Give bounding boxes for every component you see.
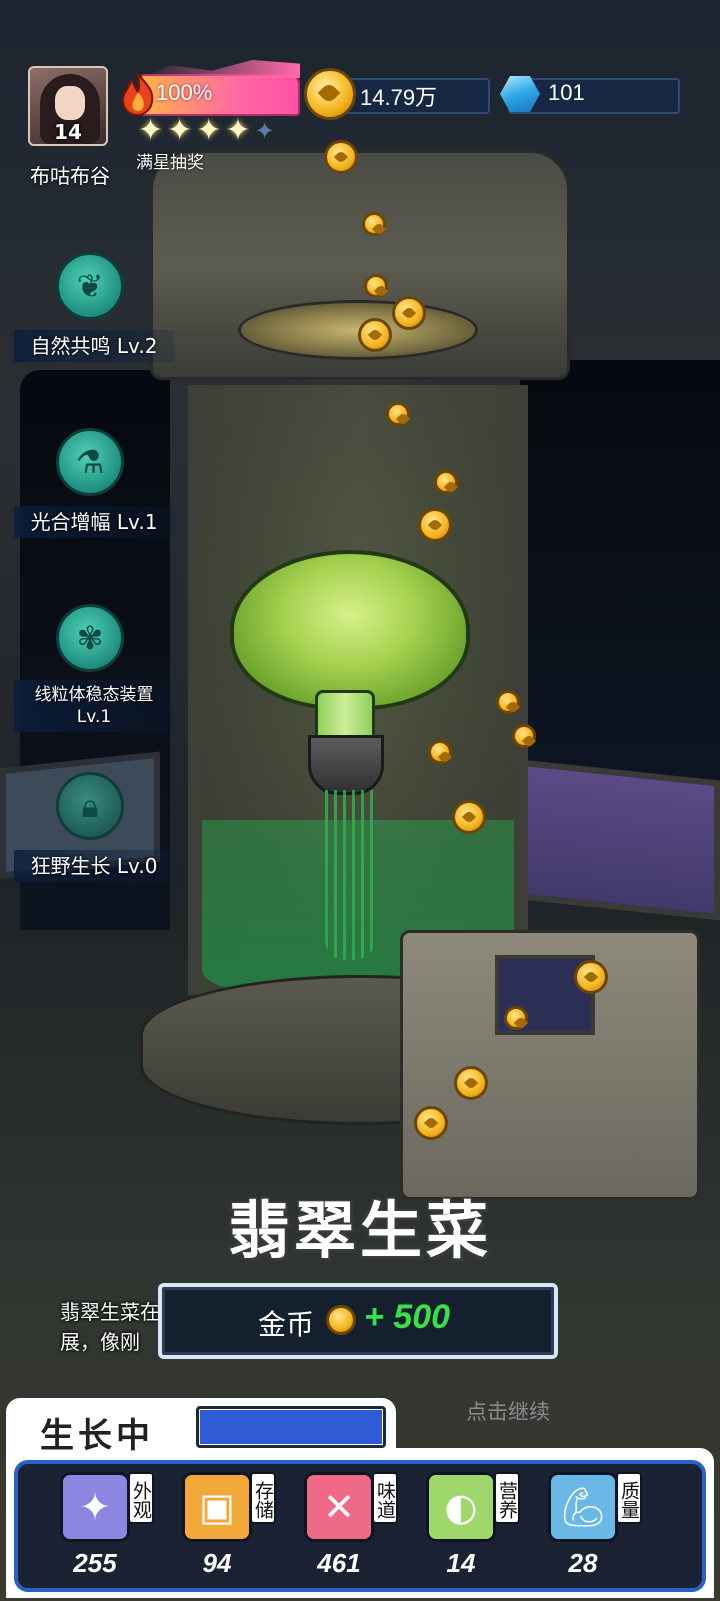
gold-coin-icon xyxy=(304,68,356,120)
star-rating: ✦ ✦ ✦ ✦ ✦ xyxy=(138,114,298,148)
player-name: 布咕布谷 xyxy=(30,164,110,188)
flying-coin-icon xyxy=(454,1066,488,1100)
growth-progress-fill xyxy=(200,1410,382,1444)
attribute-value: 461 xyxy=(317,1548,361,1578)
attribute-tag: 存储 xyxy=(250,1472,276,1524)
monitor-right xyxy=(520,759,720,921)
flying-coin-icon xyxy=(324,140,358,174)
flying-coin-icon xyxy=(428,740,452,764)
flying-coin-icon xyxy=(358,318,392,352)
lettuce-leaves xyxy=(230,550,470,710)
attribute-value: 28 xyxy=(568,1548,598,1578)
flying-coin-icon xyxy=(386,402,410,426)
flying-coin-icon xyxy=(364,274,388,298)
star-filled-icon: ✦ xyxy=(167,113,193,148)
skill-label-nature-resonance: 自然共鸣 Lv.2 xyxy=(14,330,174,362)
flying-coin-icon xyxy=(414,1106,448,1140)
flying-coin-icon xyxy=(392,296,426,330)
lime-icon: ◐ xyxy=(426,1472,496,1542)
flask-icon[interactable]: ⚗ xyxy=(56,428,124,496)
storage-box-icon: ▣ xyxy=(182,1472,252,1542)
attribute-taste[interactable]: ✕ 味道 461 xyxy=(304,1468,404,1588)
star-filled-icon: ✦ xyxy=(138,113,164,148)
leaf-head-icon[interactable]: ❦ xyxy=(56,252,124,320)
attribute-storage[interactable]: ▣ 存储 94 xyxy=(182,1468,282,1588)
gem-amount: 101 xyxy=(548,80,585,105)
plant-roots xyxy=(325,790,375,960)
flying-coin-icon xyxy=(418,508,452,542)
star-lottery-button[interactable]: 满星抽奖 xyxy=(136,148,204,173)
player-level: 14 xyxy=(54,120,82,144)
space-window-right xyxy=(520,360,720,780)
flying-coin-icon xyxy=(496,690,520,714)
attribute-tag: 营养 xyxy=(494,1472,520,1524)
attribute-tag: 质量 xyxy=(616,1472,642,1524)
attribute-appearance[interactable]: ✦ 外观 255 xyxy=(60,1468,160,1588)
muscle-arm-icon: 💪︎ xyxy=(548,1472,618,1542)
skill-label-mitochondria: 线粒体稳态装置 Lv.1 xyxy=(14,680,174,732)
vegetable-description-line2: 展，像刚 xyxy=(60,1330,140,1354)
star-empty-icon: ✦ xyxy=(254,117,275,145)
flying-coin-icon xyxy=(504,1006,528,1030)
attribute-nutrition[interactable]: ◐ 营养 14 xyxy=(426,1468,526,1588)
flying-coin-icon xyxy=(452,800,486,834)
attribute-tag: 味道 xyxy=(372,1472,398,1524)
attribute-tag: 外观 xyxy=(128,1472,154,1524)
flying-coin-icon xyxy=(574,960,608,994)
attribute-value: 94 xyxy=(202,1548,232,1578)
reward-label: 金币 xyxy=(258,1308,315,1341)
gold-amount: 14.79万 xyxy=(360,85,438,110)
star-filled-icon: ✦ xyxy=(196,113,222,148)
vegetable-name: 翡翠生菜 xyxy=(227,1194,492,1267)
sparkle-icon: ✦ xyxy=(60,1472,130,1542)
energy-percent: 100% xyxy=(156,80,213,105)
reward-coin-icon xyxy=(326,1305,356,1335)
attribute-value: 255 xyxy=(73,1548,117,1578)
plant-burst-icon[interactable]: ✾ xyxy=(56,604,124,672)
lock-icon[interactable]: 🔒︎ xyxy=(56,772,124,840)
skill-label-wild-growth: 狂野生长 Lv.0 xyxy=(14,850,174,882)
flying-coin-icon xyxy=(512,724,536,748)
attribute-quality[interactable]: 💪︎ 质量 28 xyxy=(548,1468,648,1588)
fork-knife-icon: ✕ xyxy=(304,1472,374,1542)
flying-coin-icon xyxy=(362,212,386,236)
attribute-value: 14 xyxy=(446,1548,476,1578)
reward-amount: + 500 xyxy=(364,1298,451,1336)
reward-popup[interactable] xyxy=(158,1283,558,1359)
tap-to-continue[interactable]: 点击继续 xyxy=(466,1396,550,1426)
fire-icon xyxy=(121,72,154,116)
growth-status-label: 生长中 xyxy=(40,1416,154,1456)
star-filled-icon: ✦ xyxy=(225,113,251,148)
plant-holder xyxy=(308,735,384,795)
skill-label-photosynthesis: 光合增幅 Lv.1 xyxy=(14,506,174,538)
flying-coin-icon xyxy=(434,470,458,494)
